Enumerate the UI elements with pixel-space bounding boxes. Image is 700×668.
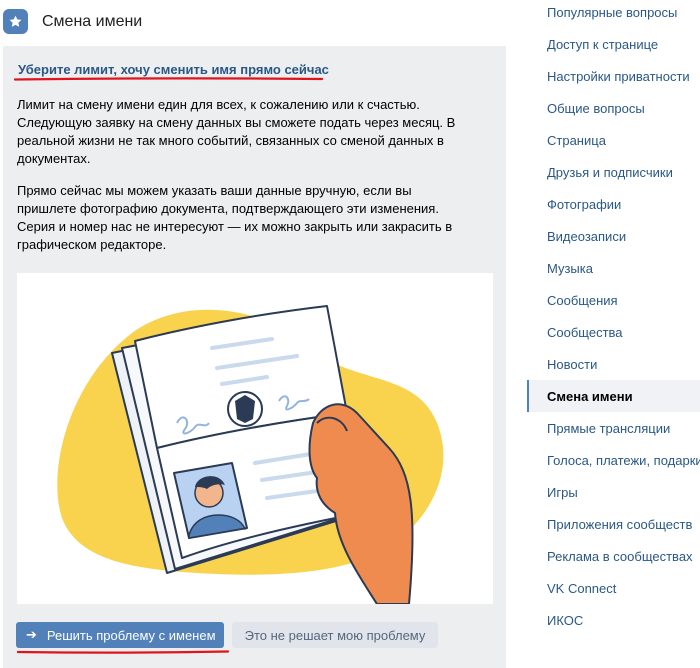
nav-item-15[interactable]: Игры (527, 476, 700, 508)
nav-item-10[interactable]: Сообщества (527, 316, 700, 348)
faq-article-card: Уберите лимит, хочу сменить имя прямо се… (3, 46, 506, 668)
nav-item-8[interactable]: Музыка (527, 252, 700, 284)
solve-name-problem-label: Решить проблему с именем (46, 627, 216, 643)
star-icon (3, 9, 28, 34)
arrow-right-icon: ➔ (26, 627, 37, 642)
nav-item-0[interactable]: Популярные вопросы (527, 0, 700, 28)
question-title: Уберите лимит, хочу сменить имя прямо се… (18, 62, 329, 77)
page-title: Смена имени (42, 13, 143, 30)
nav-item-18[interactable]: VK Connect (527, 572, 700, 604)
passport-illustration (17, 273, 493, 605)
nav-item-5[interactable]: Друзья и подписчики (527, 156, 700, 188)
answer-paragraph-1: Лимит на смену имени един для всех, к со… (17, 97, 456, 166)
nav-item-16[interactable]: Приложения сообществ (527, 508, 700, 540)
nav-item-14[interactable]: Голоса, платежи, подарки (527, 444, 700, 476)
red-underline-annotation (14, 77, 323, 81)
nav-item-9[interactable]: Сообщения (527, 284, 700, 316)
page-header: Смена имени (0, 0, 520, 46)
nav-item-1[interactable]: Доступ к странице (527, 28, 700, 60)
not-solved-button[interactable]: Это не решает мою проблему (232, 622, 438, 648)
help-categories-nav: Популярные вопросы Доступ к странице Настр… (527, 0, 700, 668)
nav-item-19[interactable]: ИКОС (527, 604, 700, 636)
nav-item-4[interactable]: Страница (527, 124, 700, 156)
nav-item-13[interactable]: Прямые трансляции (527, 412, 700, 444)
nav-item-3[interactable]: Общие вопросы (527, 92, 700, 124)
red-underline-annotation-button (17, 650, 229, 654)
solve-name-problem-button[interactable]: ➔ Решить проблему с именем (16, 622, 224, 648)
nav-item-11[interactable]: Новости (527, 348, 700, 380)
nav-item-6[interactable]: Фотографии (527, 188, 700, 220)
nav-item-12[interactable]: Смена имени (527, 380, 700, 412)
nav-item-7[interactable]: Видеозаписи (527, 220, 700, 252)
nav-item-17[interactable]: Реклама в сообществах (527, 540, 700, 572)
answer-paragraph-2: Прямо сейчас мы можем указать ваши данны… (17, 183, 453, 252)
nav-item-2[interactable]: Настройки приватности (527, 60, 700, 92)
